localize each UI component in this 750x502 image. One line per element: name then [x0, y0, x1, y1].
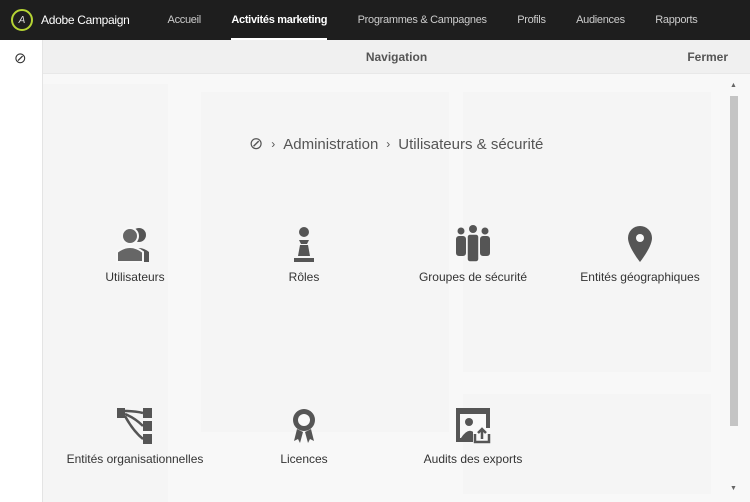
navigation-header: Navigation Fermer	[43, 40, 750, 74]
scroll-up-icon[interactable]: ▲	[730, 82, 737, 89]
tile-label: Entités géographiques	[580, 270, 700, 284]
breadcrumb-current: Utilisateurs & sécurité	[398, 135, 544, 153]
scroll-down-icon[interactable]: ▼	[730, 485, 737, 492]
badge-icon	[293, 409, 315, 443]
export-audit-icon	[456, 408, 491, 444]
chevron-right-icon: ›	[271, 137, 276, 151]
nav-profils[interactable]: Profils	[517, 0, 546, 40]
breadcrumb: ⊘ › Administration › Utilisateurs & sécu…	[249, 134, 543, 154]
breadcrumb-administration[interactable]: Administration	[283, 136, 378, 153]
brand-name: Adobe Campaign	[41, 13, 130, 27]
tile-audits-exports[interactable]: Audits des exports	[388, 406, 558, 466]
adobe-campaign-logo[interactable]: A	[11, 9, 33, 31]
users-icon	[116, 227, 149, 263]
tile-entites-geographiques[interactable]: Entités géographiques	[555, 224, 725, 284]
tile-label: Audits des exports	[423, 452, 523, 466]
scrollbar[interactable]: ▲ ▼	[728, 82, 740, 492]
panel-title: Navigation	[365, 50, 428, 64]
nav-accueil[interactable]: Accueil	[168, 0, 202, 40]
nav-programmes-campagnes[interactable]: Programmes & Campagnes	[358, 0, 487, 40]
main-nav: Accueil Activités marketing Programmes &…	[168, 0, 724, 40]
top-bar: A Adobe Campaign Accueil Activités marke…	[0, 0, 750, 40]
tile-utilisateurs[interactable]: Utilisateurs	[50, 224, 220, 284]
tile-label: Rôles	[288, 270, 320, 284]
tile-label: Entités organisationnelles	[66, 452, 204, 466]
navigation-panel: ⊘ › Administration › Utilisateurs & sécu…	[43, 74, 750, 502]
tile-label: Groupes de sécurité	[418, 270, 528, 284]
tile-licences[interactable]: Licences	[219, 406, 389, 466]
close-button[interactable]: Fermer	[687, 50, 728, 64]
navigation-home-icon[interactable]: ⊘	[249, 134, 263, 154]
nav-rapports[interactable]: Rapports	[655, 0, 698, 40]
tile-roles[interactable]: Rôles	[219, 224, 389, 284]
pawn-icon	[294, 227, 314, 262]
navigation-toggle-icon[interactable]: ⊘	[14, 49, 27, 67]
tile-label: Licences	[280, 452, 328, 466]
map-pin-icon	[628, 226, 652, 262]
org-tree-icon	[117, 408, 152, 444]
tile-groupes-securite[interactable]: Groupes de sécurité	[388, 224, 558, 284]
chevron-right-icon: ›	[386, 137, 391, 151]
group-icon	[456, 225, 490, 263]
tile-label: Utilisateurs	[105, 270, 165, 284]
nav-audiences[interactable]: Audiences	[576, 0, 625, 40]
nav-activites-marketing[interactable]: Activités marketing	[231, 0, 327, 40]
tile-entites-organisationnelles[interactable]: Entités organisationnelles	[50, 406, 220, 466]
scrollbar-thumb[interactable]	[730, 96, 738, 426]
side-strip: ⊘	[0, 40, 43, 502]
